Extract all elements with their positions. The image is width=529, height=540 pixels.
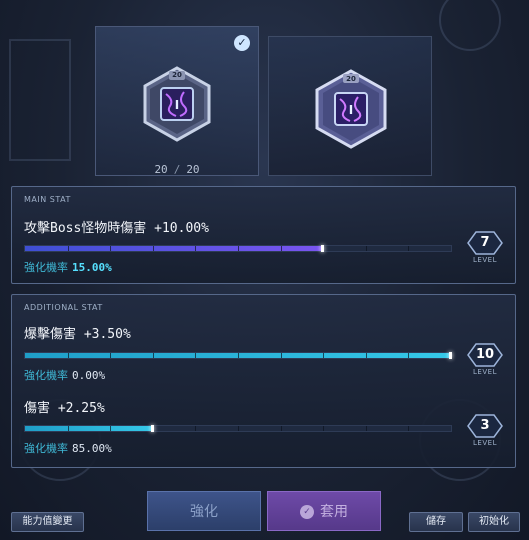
bar-segment-divider	[365, 353, 367, 358]
reset-button[interactable]: 初始化	[468, 512, 520, 532]
additional-stat-name: 爆擊傷害 +3.50%	[24, 327, 131, 342]
count-separator: /	[173, 163, 181, 176]
emblem-level-badge: 20	[346, 75, 356, 83]
bar-segment-divider	[280, 246, 282, 251]
additional-stat-level: 10 LEVEL	[464, 343, 506, 376]
additional-stat-name: 傷害 +2.25%	[24, 401, 105, 416]
rate-label: 強化機率	[24, 369, 68, 382]
bar-segment-divider	[67, 353, 69, 358]
progress-tip	[150, 425, 154, 432]
main-stat-rate: 強化機率 15.00%	[24, 259, 112, 275]
check-circle-icon: ✓	[300, 505, 314, 519]
bar-segment-divider	[67, 246, 69, 251]
bar-segment-divider	[323, 353, 325, 358]
additional-stat-rate: 強化機率 85.00%	[24, 440, 112, 456]
bar-segment-divider	[280, 353, 282, 358]
ability-change-button[interactable]: 能力值變更	[11, 512, 84, 532]
additional-stat-progress-bar	[24, 352, 452, 359]
rate-label: 強化機率	[24, 261, 68, 274]
bar-segment-divider	[280, 426, 282, 431]
bar-segment-divider	[67, 426, 69, 431]
level-number: 7	[480, 235, 490, 250]
bar-segment-divider	[110, 353, 112, 358]
bar-segment-divider	[323, 426, 325, 431]
bar-segment-divider	[152, 353, 154, 358]
main-stat-name: 攻擊Boss怪物時傷害 +10.00%	[24, 221, 209, 236]
bar-segment-divider	[195, 246, 197, 251]
emblem-card-current[interactable]: ✓ I 20 20 / 20	[95, 26, 259, 176]
additional-stat-level: 3 LEVEL	[464, 414, 506, 447]
bar-segment-divider	[110, 426, 112, 431]
apply-label: 套用	[320, 504, 348, 520]
count-max: 20	[186, 163, 200, 176]
svg-text:I: I	[175, 98, 179, 112]
progress-fill	[25, 246, 324, 251]
count-current: 20	[154, 163, 168, 176]
enhance-button[interactable]: 強化	[147, 491, 261, 531]
apply-button[interactable]: ✓ 套用	[267, 491, 381, 531]
progress-tip	[321, 245, 325, 252]
bar-segment-divider	[238, 246, 239, 251]
additional-stat-title: ADDITIONAL STAT	[24, 303, 103, 312]
level-word: LEVEL	[473, 439, 497, 447]
bar-segment-divider	[152, 246, 154, 251]
check-icon: ✓	[234, 35, 250, 51]
bar-segment-divider	[408, 246, 410, 251]
emblem-card-preview[interactable]: I 20	[268, 36, 432, 176]
bar-segment-divider	[408, 353, 410, 358]
save-button[interactable]: 儲存	[409, 512, 463, 532]
emblem-count: 20 / 20	[96, 163, 258, 176]
emblem-level-badge: 20	[172, 71, 182, 79]
additional-stat-progress-bar	[24, 425, 452, 432]
additional-stat-panel: ADDITIONAL STAT 爆擊傷害 +3.50% 強化機率 0.00% 10…	[11, 294, 516, 468]
main-stat-level: 7 LEVEL	[464, 231, 506, 264]
svg-text:I: I	[349, 103, 353, 117]
rate-value: 15.00%	[72, 261, 112, 274]
bar-segment-divider	[365, 246, 367, 251]
bar-segment-divider	[195, 353, 197, 358]
main-stat-panel: MAIN STAT 攻擊Boss怪物時傷害 +10.00% 強化機率 15.00%…	[11, 186, 516, 284]
progress-fill	[25, 426, 153, 431]
bar-segment-divider	[408, 426, 410, 431]
bar-segment-divider	[365, 426, 367, 431]
level-word: LEVEL	[473, 368, 497, 376]
bar-segment-divider	[238, 353, 239, 358]
main-stat-progress-bar	[24, 245, 452, 252]
bar-segment-divider	[238, 426, 239, 431]
rate-label: 強化機率	[24, 442, 68, 455]
rate-value: 0.00%	[72, 369, 106, 382]
additional-stat-rate: 強化機率 0.00%	[24, 367, 105, 383]
bar-segment-divider	[110, 246, 112, 251]
level-number: 10	[475, 347, 495, 362]
main-stat-title: MAIN STAT	[24, 195, 71, 204]
progress-tip	[449, 352, 452, 359]
bar-segment-divider	[195, 426, 197, 431]
level-word: LEVEL	[473, 256, 497, 264]
rate-value: 85.00%	[72, 442, 112, 455]
level-number: 3	[480, 418, 490, 433]
